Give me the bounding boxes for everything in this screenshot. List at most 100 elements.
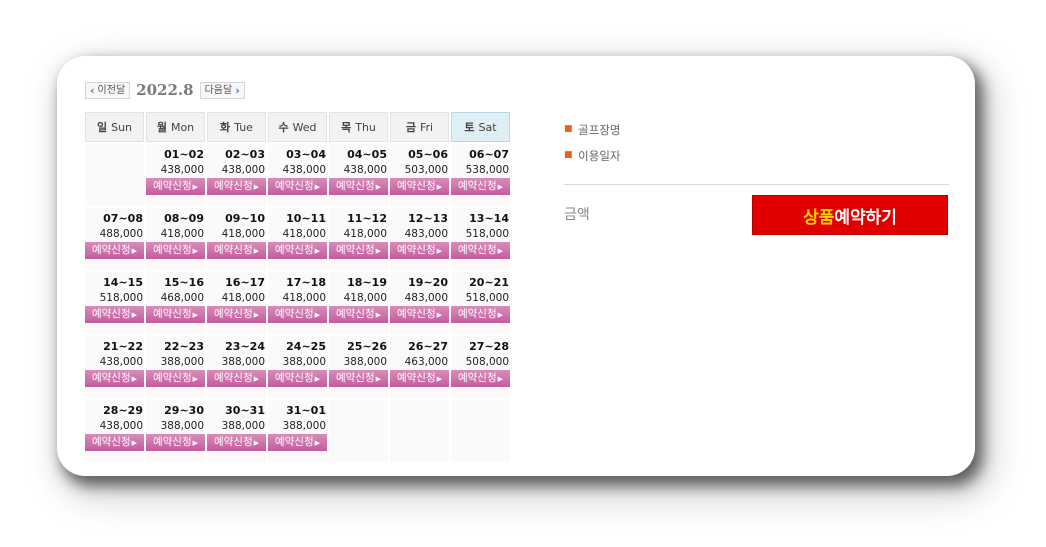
weekday-header: 목 Thu <box>329 112 388 142</box>
stay-dates: 18~19 <box>347 276 387 289</box>
day-content: 11~12 418,000 예약신청▶ <box>329 208 388 259</box>
book-button-highlight: 상품 <box>803 207 835 228</box>
calendar-empty-cell <box>85 142 144 206</box>
price: 418,000 <box>160 228 204 240</box>
price: 438,000 <box>99 356 143 368</box>
price: 418,000 <box>282 228 326 240</box>
prev-month-button[interactable]: ‹ 이전달 <box>85 81 131 99</box>
reserve-button[interactable]: 예약신청▶ <box>390 306 449 323</box>
reserve-button[interactable]: 예약신청▶ <box>146 242 205 259</box>
arrow-right-icon: ▶ <box>497 183 504 191</box>
reserve-button[interactable]: 예약신청▶ <box>207 242 266 259</box>
reserve-label: 예약신청 <box>91 308 131 320</box>
calendar-week-row: 01~02 438,000 예약신청▶ 02~03 438,000 예약신청▶ 03~04 4… <box>85 142 510 206</box>
calendar-day-cell: 26~27 463,000 예약신청▶ <box>390 334 449 398</box>
reserve-button[interactable]: 예약신청▶ <box>268 306 327 323</box>
stay-dates: 17~18 <box>286 276 326 289</box>
reserve-button[interactable]: 예약신청▶ <box>268 434 327 451</box>
reserve-button[interactable]: 예약신청▶ <box>329 370 388 387</box>
calendar-day-cell: 13~14 518,000 예약신청▶ <box>451 206 510 270</box>
weekday-header: 일 Sun <box>85 112 144 142</box>
weekday-en: Tue <box>234 121 253 134</box>
arrow-right-icon: ▶ <box>192 247 199 255</box>
reserve-button[interactable]: 예약신청▶ <box>146 306 205 323</box>
reserve-button[interactable]: 예약신청▶ <box>85 242 144 259</box>
price: 508,000 <box>465 356 509 368</box>
calendar-day-cell: 15~16 468,000 예약신청▶ <box>146 270 205 334</box>
price: 463,000 <box>404 356 448 368</box>
arrow-right-icon: ▶ <box>192 183 199 191</box>
stay-dates: 16~17 <box>225 276 265 289</box>
day-content: 26~27 463,000 예약신청▶ <box>390 336 449 387</box>
reserve-button[interactable]: 예약신청▶ <box>390 178 449 195</box>
arrow-right-icon: ▶ <box>131 311 138 319</box>
day-content: 13~14 518,000 예약신청▶ <box>451 208 510 259</box>
price: 418,000 <box>343 292 387 304</box>
reserve-button[interactable]: 예약신청▶ <box>451 178 510 195</box>
weekday-ko: 금 <box>405 121 416 134</box>
price: 503,000 <box>404 164 448 176</box>
reserve-label: 예약신청 <box>335 244 375 256</box>
arrow-right-icon: ▶ <box>131 375 138 383</box>
next-month-button[interactable]: 다음달 › <box>199 81 245 99</box>
arrow-right-icon: ▶ <box>131 247 138 255</box>
calendar-day-cell: 11~12 418,000 예약신청▶ <box>329 206 388 270</box>
reserve-button[interactable]: 예약신청▶ <box>207 306 266 323</box>
day-content: 07~08 488,000 예약신청▶ <box>85 208 144 259</box>
reserve-button[interactable]: 예약신청▶ <box>390 370 449 387</box>
arrow-right-icon: ▶ <box>253 247 260 255</box>
month-navigation: ‹ 이전달 2022.8 다음달 › <box>85 80 245 100</box>
day-content: 08~09 418,000 예약신청▶ <box>146 208 205 259</box>
reserve-button[interactable]: 예약신청▶ <box>329 242 388 259</box>
stay-dates: 11~12 <box>347 212 387 225</box>
weekday-ko: 월 <box>156 121 167 134</box>
reserve-button[interactable]: 예약신청▶ <box>390 242 449 259</box>
stay-dates: 26~27 <box>408 340 448 353</box>
reserve-button[interactable]: 예약신청▶ <box>146 178 205 195</box>
reserve-label: 예약신청 <box>213 244 253 256</box>
reserve-button[interactable]: 예약신청▶ <box>146 370 205 387</box>
stay-dates: 03~04 <box>286 148 326 161</box>
reserve-button[interactable]: 예약신청▶ <box>207 434 266 451</box>
reserve-button[interactable]: 예약신청▶ <box>268 178 327 195</box>
weekday-ko: 일 <box>96 121 108 134</box>
reserve-button[interactable]: 예약신청▶ <box>329 306 388 323</box>
stay-dates: 22~23 <box>164 340 204 353</box>
stay-dates: 05~06 <box>408 148 448 161</box>
book-button-text: 예약하기 <box>834 207 897 228</box>
book-product-button[interactable]: 상품 예약하기 <box>752 195 948 235</box>
day-content: 04~05 438,000 예약신청▶ <box>329 144 388 195</box>
day-content: 22~23 388,000 예약신청▶ <box>146 336 205 387</box>
day-content: 20~21 518,000 예약신청▶ <box>451 272 510 323</box>
reserve-button[interactable]: 예약신청▶ <box>85 434 144 451</box>
reserve-button[interactable]: 예약신청▶ <box>207 370 266 387</box>
calendar-day-cell: 02~03 438,000 예약신청▶ <box>207 142 266 206</box>
arrow-right-icon: ▶ <box>375 311 382 319</box>
reserve-button[interactable]: 예약신청▶ <box>207 178 266 195</box>
reserve-button[interactable]: 예약신청▶ <box>329 178 388 195</box>
divider <box>564 184 949 185</box>
stay-dates: 14~15 <box>103 276 143 289</box>
weekday-header: 월 Mon <box>146 112 205 142</box>
arrow-right-icon: ▶ <box>436 247 443 255</box>
reserve-button[interactable]: 예약신청▶ <box>85 306 144 323</box>
reserve-button[interactable]: 예약신청▶ <box>451 306 510 323</box>
reserve-button[interactable]: 예약신청▶ <box>85 370 144 387</box>
chevron-right-icon: › <box>235 83 240 97</box>
price: 388,000 <box>160 356 204 368</box>
reserve-button[interactable]: 예약신청▶ <box>268 242 327 259</box>
stay-dates: 08~09 <box>164 212 204 225</box>
calendar-day-cell: 07~08 488,000 예약신청▶ <box>85 206 144 270</box>
reserve-button[interactable]: 예약신청▶ <box>146 434 205 451</box>
reserve-button[interactable]: 예약신청▶ <box>451 242 510 259</box>
reserve-button[interactable]: 예약신청▶ <box>268 370 327 387</box>
day-content: 14~15 518,000 예약신청▶ <box>85 272 144 323</box>
weekday-en: Thu <box>355 121 376 134</box>
reserve-label: 예약신청 <box>274 436 314 448</box>
day-content: 21~22 438,000 예약신청▶ <box>85 336 144 387</box>
reserve-button[interactable]: 예약신청▶ <box>451 370 510 387</box>
day-content: 16~17 418,000 예약신청▶ <box>207 272 266 323</box>
weekday-header: 수 Wed <box>268 112 327 142</box>
calendar-empty-cell <box>451 398 510 462</box>
price: 468,000 <box>160 292 204 304</box>
